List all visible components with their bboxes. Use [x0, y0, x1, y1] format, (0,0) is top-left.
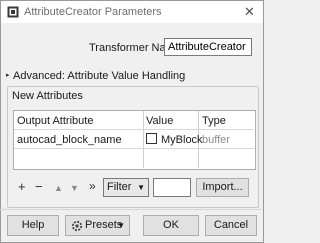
group-title: New Attributes — [12, 90, 83, 102]
app-icon — [7, 6, 19, 18]
cancel-button[interactable]: Cancel — [205, 215, 257, 236]
chevron-down-icon: ▼ — [137, 183, 145, 192]
chevron-down-icon: ▼ — [117, 221, 125, 230]
cell-type[interactable]: buffer — [202, 134, 230, 146]
remove-row-button[interactable]: − — [35, 179, 43, 194]
footer-divider — [0, 209, 262, 210]
column-header-type[interactable]: Type — [202, 115, 226, 127]
title-bar[interactable]: AttributeCreator Parameters ✕ — [1, 1, 263, 23]
column-header-output-attribute[interactable]: Output Attribute — [17, 115, 93, 127]
filter-select-value: Filter — [107, 181, 132, 193]
window-title: AttributeCreator Parameters — [24, 6, 162, 18]
cell-value[interactable]: MyBlock — [161, 134, 203, 146]
column-divider[interactable] — [143, 111, 144, 168]
expand-arrow-icon[interactable]: ▸ — [6, 71, 10, 79]
help-button[interactable]: Help — [7, 215, 59, 236]
cell-output-attribute[interactable]: autocad_block_name — [17, 134, 122, 146]
move-up-icon[interactable]: ▲ — [54, 183, 63, 193]
more-options-icon[interactable]: » — [89, 179, 96, 193]
presets-gear-icon — [71, 220, 83, 232]
transformer-name-input[interactable] — [164, 38, 252, 56]
close-button[interactable]: ✕ — [241, 4, 258, 20]
column-header-value[interactable]: Value — [146, 115, 173, 127]
add-row-button[interactable]: + — [18, 179, 26, 194]
import-button[interactable]: Import... — [196, 178, 249, 197]
value-checkbox[interactable] — [146, 133, 157, 144]
advanced-section-toggle[interactable]: Advanced: Attribute Value Handling — [13, 70, 185, 82]
move-down-icon[interactable]: ▼ — [70, 183, 79, 193]
presets-button[interactable]: Presets ▼ — [65, 215, 130, 236]
header-divider — [14, 129, 254, 130]
ok-button[interactable]: OK — [143, 215, 199, 236]
filter-select[interactable]: Filter ▼ — [103, 178, 149, 197]
filter-text-input[interactable] — [153, 178, 191, 197]
row-divider — [14, 148, 254, 149]
